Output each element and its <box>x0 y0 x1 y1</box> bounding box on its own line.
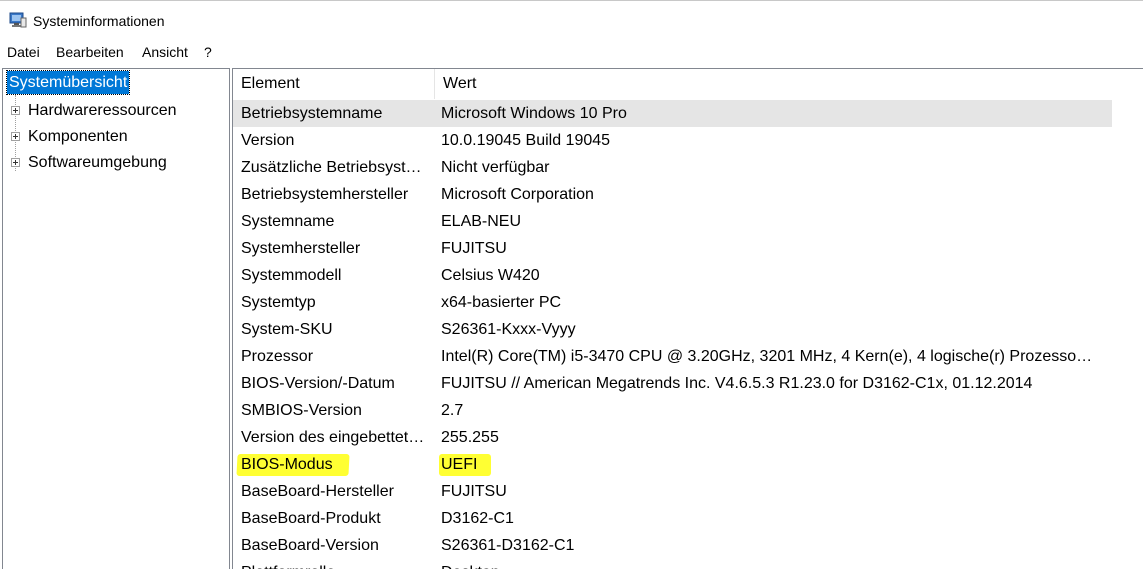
table-row[interactable]: System-SKU S26361-Kxxx-Vyyy <box>233 316 1143 343</box>
table-row[interactable]: BIOS-Modus UEFI <box>233 451 1143 478</box>
column-header-wert[interactable]: Wert <box>435 69 1143 99</box>
cell-value: Intel(R) Core(TM) i5-3470 CPU @ 3.20GHz,… <box>441 348 1093 365</box>
cell-element: BIOS-Modus <box>241 456 333 473</box>
cell-element: BaseBoard-Version <box>241 537 379 554</box>
expand-plus-icon[interactable] <box>11 158 20 167</box>
table-row[interactable]: Betriebsystemhersteller Microsoft Corpor… <box>233 181 1143 208</box>
table-row[interactable]: Systemhersteller FUJITSU <box>233 235 1143 262</box>
cell-value: Nicht verfügbar <box>441 159 550 176</box>
table-row[interactable]: BIOS-Version/-Datum FUJITSU // American … <box>233 370 1143 397</box>
tree-item-label: Softwareumgebung <box>28 154 167 171</box>
expand-plus-icon[interactable] <box>11 132 20 141</box>
table-row[interactable]: Version 10.0.19045 Build 19045 <box>233 127 1143 154</box>
tree-item-label: Komponenten <box>28 128 128 145</box>
cell-element: Version des eingebettet… <box>241 429 425 446</box>
system-info-icon <box>9 12 27 28</box>
cell-value: 2.7 <box>441 402 464 419</box>
cell-element: Plattformrolle <box>241 559 435 569</box>
cell-element: Version <box>241 132 295 149</box>
cell-value: S26361-Kxxx-Vyyy <box>441 321 576 338</box>
table-row[interactable]: Version des eingebettet… 255.255 <box>233 424 1143 451</box>
cell-value: Microsoft Corporation <box>441 186 594 203</box>
table-row[interactable]: BaseBoard-Version S26361-D3162-C1 <box>233 532 1143 559</box>
cell-value: S26361-D3162-C1 <box>441 537 575 554</box>
table-row[interactable]: Systemmodell Celsius W420 <box>233 262 1143 289</box>
table-row[interactable]: Plattformrolle Desktop <box>233 559 1143 569</box>
menu-datei[interactable]: Datei <box>7 44 40 60</box>
cell-value: 10.0.19045 Build 19045 <box>441 132 611 149</box>
cell-element: Systemmodell <box>241 267 342 284</box>
table-row[interactable]: Zusätzliche Betriebsyst… Nicht verfügbar <box>233 154 1143 181</box>
table-row[interactable]: BaseBoard-Produkt D3162-C1 <box>233 505 1143 532</box>
cell-value: FUJITSU <box>441 483 507 500</box>
cell-element: Systemhersteller <box>241 240 361 257</box>
cell-value: Microsoft Windows 10 Pro <box>441 105 627 122</box>
cell-element: BIOS-Version/-Datum <box>241 375 395 392</box>
table-row[interactable]: Prozessor Intel(R) Core(TM) i5-3470 CPU … <box>233 343 1143 370</box>
title-bar: Systeminformationen <box>0 0 1143 40</box>
cell-element: Betriebsystemhersteller <box>241 186 409 203</box>
cell-element: Zusätzliche Betriebsyst… <box>241 159 422 176</box>
cell-element: Prozessor <box>241 348 314 365</box>
cell-value: Celsius W420 <box>441 267 540 284</box>
cell-value: FUJITSU // American Megatrends Inc. V4.6… <box>441 375 1033 392</box>
cell-value: FUJITSU <box>441 240 507 257</box>
table-row[interactable]: Systemtyp x64-basierter PC <box>233 289 1143 316</box>
cell-value: UEFI <box>441 456 478 473</box>
table-row[interactable]: SMBIOS-Version 2.7 <box>233 397 1143 424</box>
menu-ansicht[interactable]: Ansicht <box>142 44 188 60</box>
cell-value: ELAB-NEU <box>441 213 522 230</box>
column-header-element[interactable]: Element <box>233 69 435 99</box>
table-row[interactable]: BaseBoard-Hersteller FUJITSU <box>233 478 1143 505</box>
cell-value: x64-basierter PC <box>441 294 562 311</box>
cell-value: Desktop <box>441 559 1109 569</box>
table-header: Element Wert <box>233 69 1143 99</box>
menu-bar: Datei Bearbeiten Ansicht ? <box>0 40 1143 64</box>
cell-element: System-SKU <box>241 321 333 338</box>
tree-item-systemuebersicht[interactable]: Systemübersicht <box>5 70 131 95</box>
cell-element: SMBIOS-Version <box>241 402 362 419</box>
menu-bearbeiten[interactable]: Bearbeiten <box>56 44 124 60</box>
cell-value: 255.255 <box>441 429 499 446</box>
category-tree: Systemübersicht Hardwareressourcen Kompo… <box>2 68 230 569</box>
table-row[interactable]: Betriebsystemname Microsoft Windows 10 P… <box>233 100 1112 127</box>
window-title: Systeminformationen <box>33 13 165 29</box>
expand-plus-icon[interactable] <box>11 106 20 115</box>
cell-element: BaseBoard-Hersteller <box>241 483 394 500</box>
cell-value: D3162-C1 <box>441 510 514 527</box>
menu-help[interactable]: ? <box>204 44 212 60</box>
table-row[interactable]: Systemname ELAB-NEU <box>233 208 1143 235</box>
details-table: Element Wert Betriebsystemname Microsoft… <box>232 68 1143 569</box>
cell-element: BaseBoard-Produkt <box>241 510 381 527</box>
cell-element: Systemtyp <box>241 294 316 311</box>
cell-element: Betriebsystemname <box>241 105 383 122</box>
cell-element: Systemname <box>241 213 335 230</box>
tree-item-label: Hardwareressourcen <box>28 102 177 119</box>
